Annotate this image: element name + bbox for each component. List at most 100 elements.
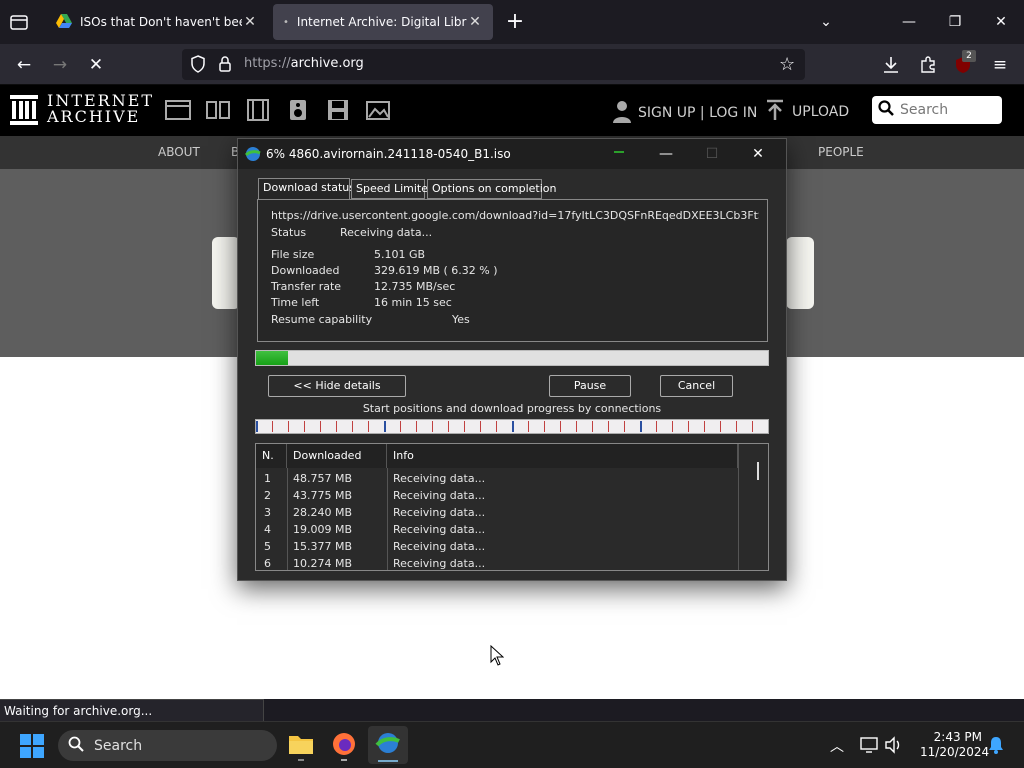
- table-row[interactable]: 2 43.775 MB Receiving data...: [256, 487, 736, 504]
- navigation-toolbar: ← → ✕ https://archive.org ☆ 2 ≡: [0, 44, 1024, 85]
- search-icon: [68, 736, 84, 756]
- table-row[interactable]: 1 48.757 MB Receiving data...: [256, 470, 736, 487]
- software-floppy-icon[interactable]: [325, 99, 351, 121]
- connection-segment: [528, 421, 529, 432]
- download-url: https://drive.usercontent.google.com/dow…: [271, 209, 759, 222]
- extension-badge: 2: [962, 50, 976, 62]
- windows-start-icon[interactable]: [20, 734, 44, 762]
- web-icon[interactable]: [165, 99, 191, 121]
- firefox-icon[interactable]: [324, 726, 364, 764]
- tab-overview-icon[interactable]: [8, 12, 30, 32]
- dialog-minimize-icon[interactable]: —: [643, 139, 689, 169]
- images-icon[interactable]: [365, 99, 391, 121]
- connection-segment: [592, 421, 593, 432]
- bookmark-star-icon[interactable]: ☆: [779, 54, 795, 75]
- row-info: Receiving data...: [393, 489, 486, 502]
- list-all-tabs-icon[interactable]: ⌄: [803, 0, 849, 44]
- connection-segment: [432, 421, 433, 432]
- row-number: 1: [264, 472, 271, 485]
- stop-loading-icon[interactable]: ✕: [82, 52, 110, 78]
- row-downloaded: 10.274 MB: [293, 557, 353, 570]
- archive-logo[interactable]: INTERNET ARCHIVE: [47, 93, 154, 125]
- shield-icon[interactable]: [190, 55, 206, 77]
- column-separator: [387, 468, 388, 570]
- nav-people[interactable]: PEOPLE: [818, 145, 864, 159]
- time-left-value: 16 min 15 sec: [374, 296, 452, 309]
- row-downloaded: 19.009 MB: [293, 523, 353, 536]
- connection-segment: [720, 421, 721, 432]
- minimize-icon[interactable]: —: [886, 0, 932, 44]
- connection-segment: [352, 421, 353, 432]
- dialog-close-icon[interactable]: ✕: [735, 139, 781, 169]
- browser-tab-strip: ISOs that Don't haven't been up ✕ • Inte…: [0, 0, 1024, 44]
- archive-search-input[interactable]: Search: [872, 96, 1002, 124]
- url-bar[interactable]: https://archive.org ☆: [182, 49, 805, 80]
- hide-details-button[interactable]: << Hide details: [268, 375, 406, 397]
- forward-arrow-icon[interactable]: →: [46, 52, 74, 78]
- pause-button[interactable]: Pause: [549, 375, 631, 397]
- resume-capability-label: Resume capability: [271, 313, 373, 326]
- column-header-downloaded[interactable]: Downloaded: [287, 444, 387, 468]
- show-hidden-icons-chevron-icon[interactable]: ︿: [830, 736, 844, 756]
- extensions-puzzle-icon[interactable]: [914, 52, 942, 78]
- new-tab-button[interactable]: +: [503, 8, 527, 36]
- connection-segment: [656, 421, 657, 432]
- time-left-label: Time left: [271, 296, 320, 309]
- table-row[interactable]: 6 10.274 MB Receiving data...: [256, 555, 736, 570]
- taskbar: Search ︿ 2:43 PM 11/20/2024: [0, 721, 1024, 768]
- table-row[interactable]: 4 19.009 MB Receiving data...: [256, 521, 736, 538]
- tab-internet-archive[interactable]: • Internet Archive: Digital Library ✕: [273, 4, 493, 40]
- cancel-button[interactable]: Cancel: [660, 375, 733, 397]
- idm-taskbar-icon[interactable]: [368, 726, 408, 764]
- resume-capability-value: Yes: [452, 313, 470, 326]
- restore-icon[interactable]: ❐: [932, 0, 978, 44]
- scrollbar-thumb[interactable]: [757, 462, 759, 480]
- close-window-icon[interactable]: ✕: [978, 0, 1024, 44]
- connection-segment: [368, 421, 369, 432]
- column-header-info[interactable]: Info: [387, 444, 738, 468]
- tab-options-on-completion[interactable]: Options on completion: [427, 179, 557, 199]
- tab-isos-google-drive[interactable]: ISOs that Don't haven't been up ✕: [46, 4, 268, 40]
- network-icon[interactable]: [860, 736, 878, 758]
- dialog-maximize-icon[interactable]: ☐: [689, 139, 735, 169]
- downloads-icon[interactable]: [877, 52, 905, 78]
- tab-download-status[interactable]: Download status: [258, 178, 355, 200]
- dialog-titlebar[interactable]: 6% 4860.avirornain.241118-0540_B1.iso — …: [238, 139, 786, 169]
- file-explorer-icon[interactable]: [281, 726, 321, 764]
- connection-segment: [624, 421, 625, 432]
- row-downloaded: 28.240 MB: [293, 506, 353, 519]
- table-row[interactable]: 3 28.240 MB Receiving data...: [256, 504, 736, 521]
- tab-close-icon[interactable]: ✕: [242, 14, 258, 30]
- notification-bell-icon[interactable]: [988, 736, 1004, 758]
- table-scrollbar[interactable]: [738, 444, 768, 570]
- nav-about[interactable]: ABOUT: [158, 145, 200, 159]
- connection-segment: [288, 421, 289, 432]
- back-arrow-icon[interactable]: ←: [10, 52, 38, 78]
- row-info: Receiving data...: [393, 472, 486, 485]
- audio-speaker-icon[interactable]: [285, 99, 311, 121]
- connection-segment: [448, 421, 449, 432]
- texts-book-icon[interactable]: [205, 99, 231, 121]
- table-row[interactable]: 5 15.377 MB Receiving data...: [256, 538, 736, 555]
- connection-segment: [256, 421, 258, 432]
- tab-close-icon[interactable]: ✕: [467, 14, 483, 30]
- connections-caption: Start positions and download progress by…: [362, 402, 662, 415]
- upload-link[interactable]: UPLOAD: [766, 99, 849, 125]
- lock-icon[interactable]: [218, 55, 232, 77]
- column-header-number[interactable]: N.: [256, 444, 287, 468]
- row-downloaded: 15.377 MB: [293, 540, 353, 553]
- browser-status-message: Waiting for archive.org...: [0, 699, 264, 721]
- archive-building-icon[interactable]: [10, 95, 38, 129]
- hamburger-menu-icon[interactable]: ≡: [986, 52, 1014, 78]
- hero-card-left: [212, 237, 240, 309]
- signup-login-link[interactable]: SIGN UP | LOG IN: [612, 99, 757, 127]
- tab-title: Internet Archive: Digital Library: [296, 15, 467, 29]
- video-film-icon[interactable]: [245, 99, 271, 121]
- volume-icon[interactable]: [884, 736, 902, 758]
- taskbar-search[interactable]: Search: [58, 730, 277, 761]
- url-text[interactable]: https://archive.org: [244, 56, 364, 71]
- system-clock[interactable]: 2:43 PM 11/20/2024: [920, 730, 989, 760]
- user-icon: [612, 99, 632, 127]
- row-number: 3: [264, 506, 271, 519]
- tab-speed-limiter[interactable]: Speed Limiter: [351, 179, 433, 199]
